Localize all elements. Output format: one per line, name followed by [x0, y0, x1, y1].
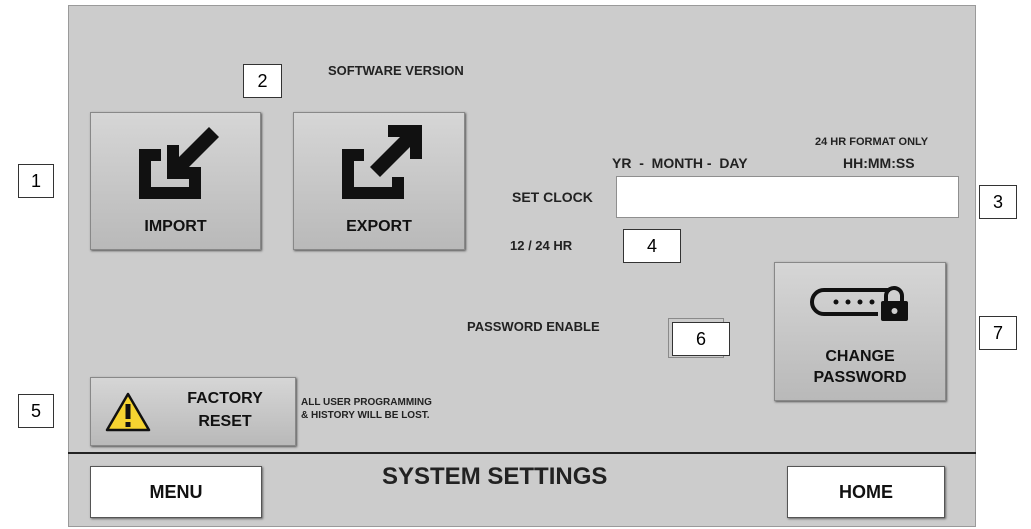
callout-2: 2	[243, 64, 282, 98]
set-clock-input[interactable]	[616, 176, 959, 218]
callout-1: 1	[18, 164, 54, 198]
factory-reset-label-line1: FACTORY	[187, 390, 263, 407]
time-format-label: HH:MM:SS	[843, 155, 915, 171]
export-label: EXPORT	[346, 218, 412, 235]
change-password-label-line1: CHANGE	[825, 348, 895, 365]
password-enable-label: PASSWORD ENABLE	[467, 319, 600, 334]
date-format-label: YR - MONTH - DAY	[612, 155, 748, 171]
password-lock-icon	[810, 286, 908, 321]
home-button[interactable]: HOME	[787, 466, 945, 518]
set-clock-label: SET CLOCK	[512, 189, 593, 205]
export-button[interactable]: EXPORT	[293, 112, 465, 250]
change-password-label-line2: PASSWORD	[813, 369, 907, 386]
import-button[interactable]: IMPORT	[90, 112, 261, 250]
change-password-button[interactable]: CHANGE PASSWORD	[774, 262, 946, 401]
menu-button[interactable]: MENU	[90, 466, 262, 518]
page-title: SYSTEM SETTINGS	[382, 463, 608, 490]
callout-3: 3	[979, 185, 1017, 219]
bottom-divider	[68, 452, 976, 454]
factory-reset-label-line2: RESET	[198, 413, 252, 430]
factory-reset-button[interactable]: FACTORY RESET	[90, 377, 296, 446]
software-version-label: SOFTWARE VERSION	[328, 63, 464, 78]
callout-6: 6	[672, 322, 730, 356]
export-arrow-icon	[342, 125, 422, 199]
callout-4: 4	[623, 229, 681, 263]
clock-format-note: 24 HR FORMAT ONLY	[815, 136, 929, 148]
callout-7: 7	[979, 316, 1017, 350]
factory-reset-warning-line2: & HISTORY WILL BE LOST.	[301, 410, 430, 421]
warning-triangle-icon	[105, 392, 151, 432]
hour-mode-label: 12 / 24 HR	[510, 238, 573, 253]
factory-reset-warning-line1: ALL USER PROGRAMMING	[301, 397, 432, 408]
callout-5: 5	[18, 394, 54, 428]
import-arrow-icon	[139, 127, 219, 199]
import-label: IMPORT	[144, 218, 207, 235]
